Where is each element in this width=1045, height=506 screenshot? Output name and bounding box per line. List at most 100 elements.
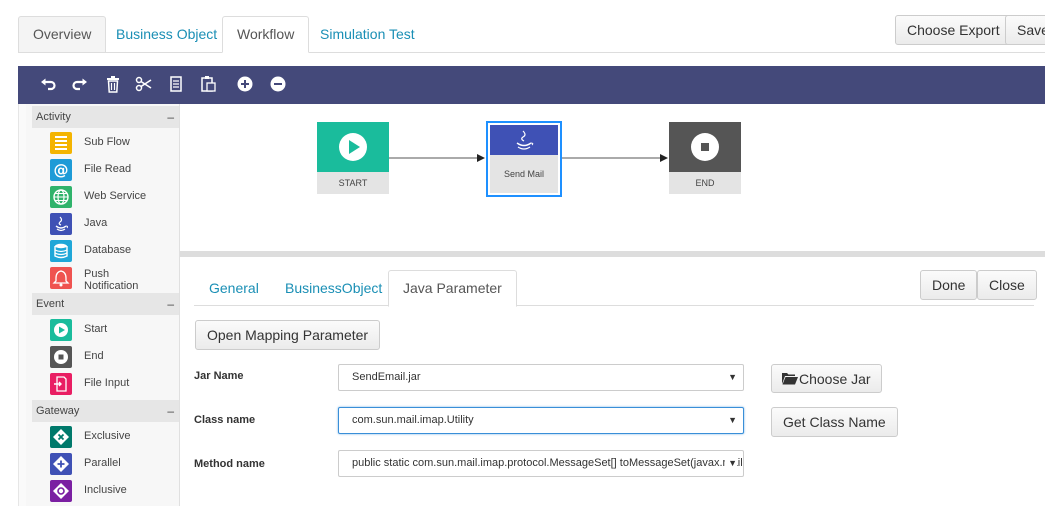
choose-jar-button[interactable]: Choose Jar (771, 364, 882, 393)
undo-icon[interactable] (38, 75, 58, 95)
node-end[interactable]: END (669, 122, 741, 194)
palette-item-parallel[interactable]: Parallel (50, 452, 178, 476)
tab-overview[interactable]: Overview (18, 16, 107, 53)
editor-toolbar (18, 66, 1045, 104)
palette-item-database[interactable]: Database (50, 239, 178, 263)
palette-item-label: Sub Flow (84, 136, 130, 148)
collapse-icon[interactable]: – (167, 400, 174, 422)
panel-splitter[interactable] (180, 251, 1045, 257)
method-name-select[interactable]: public static com.sun.mail.imap.protocol… (338, 450, 744, 477)
open-mapping-parameter-button[interactable]: Open Mapping Parameter (195, 320, 381, 350)
connectors (389, 154, 668, 162)
palette-section-event[interactable]: Event – (32, 293, 179, 315)
svg-text:@: @ (54, 161, 69, 179)
section-title: Activity (36, 111, 71, 123)
copy-icon[interactable] (166, 75, 186, 95)
paste-icon[interactable] (198, 75, 218, 95)
palette-item-exclusive[interactable]: Exclusive (50, 425, 178, 449)
node-label: Send Mail (490, 155, 558, 193)
cut-icon[interactable] (134, 75, 154, 95)
jar-name-label: Jar Name (194, 370, 244, 382)
palette-item-inclusive[interactable]: Inclusive (50, 479, 178, 503)
palette-section-activity[interactable]: Activity – (32, 106, 179, 128)
palette-item-end[interactable]: End (50, 345, 178, 369)
stop-icon (669, 122, 741, 172)
choose-export-button[interactable]: Choose Export (895, 15, 1012, 45)
palette-item-label: Inclusive (84, 484, 127, 496)
node-label: END (669, 172, 741, 194)
exclusive-icon (50, 426, 72, 448)
palette-item-label: End (84, 350, 104, 362)
palette-item-push-notification[interactable]: Push Notification (50, 266, 178, 296)
palette-item-label: Web Service (84, 190, 147, 202)
end-icon (50, 346, 72, 368)
java-icon (50, 213, 72, 235)
subflow-icon (50, 132, 72, 154)
java-icon (490, 125, 558, 155)
jar-name-select[interactable]: SendEmail.jar ▼ (338, 364, 744, 391)
tab-business-object[interactable]: Business Object (101, 16, 232, 53)
palette-item-label: Push Notification (84, 268, 139, 292)
palette-item-label: Exclusive (84, 430, 131, 442)
chevron-down-icon: ▼ (725, 408, 737, 433)
palette-section-gateway[interactable]: Gateway – (32, 400, 179, 422)
choose-jar-label: Choose Jar (799, 371, 871, 387)
top-tab-bar: Overview Business Object Workflow Simula… (18, 15, 1045, 53)
section-title: Gateway (36, 405, 80, 417)
start-icon (50, 319, 72, 341)
done-button[interactable]: Done (920, 270, 978, 300)
tab-simulation-test[interactable]: Simulation Test (305, 16, 430, 53)
tab-workflow[interactable]: Workflow (222, 16, 310, 53)
bell-icon (50, 267, 72, 289)
remove-icon[interactable] (268, 75, 288, 95)
palette-item-file-read[interactable]: @ File Read (50, 158, 178, 182)
close-button[interactable]: Close (977, 270, 1037, 300)
inclusive-icon (50, 480, 72, 502)
palette-item-label: File Input (84, 377, 130, 389)
palette-item-file-input[interactable]: File Input (50, 372, 178, 396)
method-name-value: public static com.sun.mail.imap.protocol… (352, 457, 743, 469)
palette-item-sub-flow[interactable]: Sub Flow (50, 131, 178, 155)
node-send-mail[interactable]: Send Mail (486, 121, 562, 197)
get-class-name-button[interactable]: Get Class Name (771, 407, 898, 437)
palette-item-web-service[interactable]: Web Service (50, 185, 178, 209)
at-icon: @ (50, 159, 72, 181)
palette-item-java[interactable]: Java (50, 212, 178, 236)
node-start[interactable]: START (317, 122, 389, 194)
folder-open-icon (782, 366, 798, 394)
chevron-down-icon: ▼ (725, 365, 737, 390)
parallel-icon (50, 453, 72, 475)
class-name-label: Class name (194, 414, 256, 426)
method-name-label: Method name (194, 458, 265, 470)
database-icon (50, 240, 72, 262)
palette-item-label: Start (84, 323, 108, 335)
globe-icon (50, 186, 72, 208)
class-name-select[interactable]: com.sun.mail.imap.Utility ▼ (338, 407, 744, 434)
jar-name-value: SendEmail.jar (352, 371, 421, 383)
workflow-canvas[interactable]: START Send Mail END (180, 104, 1045, 251)
workflow-editor: Overview Business Object Workflow Simula… (0, 0, 1045, 506)
palette-panel: Activity – Sub Flow @ File Read Web Serv… (26, 104, 180, 506)
add-icon[interactable] (235, 75, 255, 95)
chevron-down-icon: ▼ (725, 451, 737, 476)
palette-item-start[interactable]: Start (50, 318, 178, 342)
palette-item-label: Database (84, 244, 132, 256)
collapse-icon[interactable]: – (167, 106, 174, 128)
tab-general[interactable]: General (194, 270, 274, 307)
redo-icon[interactable] (70, 75, 90, 95)
file-input-icon (50, 373, 72, 395)
collapse-icon[interactable]: – (167, 293, 174, 315)
property-tab-bar: General BusinessObject Java Parameter (194, 270, 1034, 307)
palette-gutter (18, 104, 26, 506)
trash-icon[interactable] (103, 75, 123, 95)
palette-item-label: Parallel (84, 457, 121, 469)
palette-item-label: File Read (84, 163, 132, 175)
tab-business-object-props[interactable]: BusinessObject (270, 270, 397, 307)
save-button[interactable]: Save (1005, 15, 1045, 45)
section-title: Event (36, 298, 65, 310)
class-name-value: com.sun.mail.imap.Utility (352, 414, 474, 426)
tab-java-parameter[interactable]: Java Parameter (388, 270, 517, 307)
play-icon (317, 122, 389, 172)
palette-item-label: Java (84, 217, 108, 229)
node-label: START (317, 172, 389, 194)
